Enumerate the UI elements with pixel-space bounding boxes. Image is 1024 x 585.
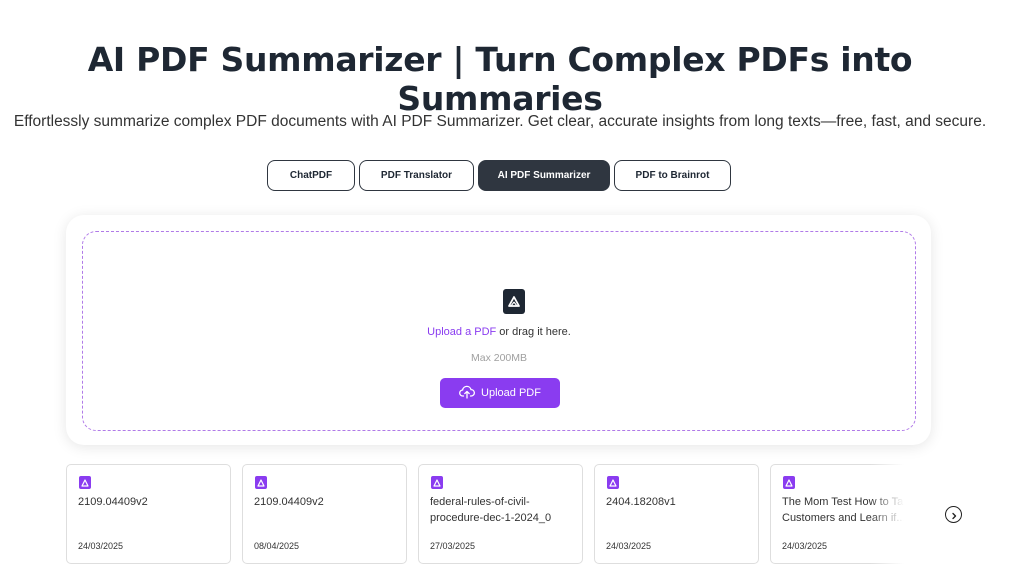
upload-pdf-link[interactable]: Upload a PDF bbox=[427, 326, 496, 338]
recent-file-date: 24/03/2025 bbox=[78, 541, 124, 551]
upload-card: Upload a PDF or drag it here. Max 200MB … bbox=[66, 215, 931, 445]
tab-pdf-translator[interactable]: PDF Translator bbox=[359, 160, 474, 191]
pdf-file-icon bbox=[79, 476, 91, 489]
max-size-note: Max 200MB bbox=[470, 352, 528, 364]
recent-file-name: federal-rules-of-civil-procedure-dec-1-2… bbox=[430, 496, 552, 524]
recent-files-list: 2109.04409v2 24/03/2025 2109.04409v2 08/… bbox=[66, 464, 906, 585]
recent-file-date: 24/03/2025 bbox=[606, 541, 652, 551]
pdf-file-icon bbox=[255, 476, 267, 489]
upload-instruction: Upload a PDF or drag it here. bbox=[83, 326, 915, 338]
recent-file-card[interactable]: 2404.18208v1 24/03/2025 bbox=[594, 464, 759, 564]
page-subtitle: Effortlessly summarize complex PDF docum… bbox=[13, 113, 987, 130]
recent-file-card[interactable]: federal-rules-of-civil-procedure-dec-1-2… bbox=[418, 464, 583, 564]
recent-file-name: 2109.04409v2 bbox=[78, 496, 148, 508]
drag-text: or drag it here. bbox=[496, 326, 571, 338]
recent-file-date: 27/03/2025 bbox=[430, 541, 476, 551]
tool-tabs: ChatPDF PDF Translator AI PDF Summarizer… bbox=[267, 160, 731, 191]
pdf-file-icon bbox=[503, 289, 525, 314]
pdf-file-icon bbox=[607, 476, 619, 489]
recent-file-card[interactable]: 2109.04409v2 24/03/2025 bbox=[66, 464, 231, 564]
recent-file-name: 2109.04409v2 bbox=[254, 496, 324, 508]
recent-file-date: 08/04/2025 bbox=[254, 541, 300, 551]
recent-file-date: 24/03/2025 bbox=[782, 541, 828, 551]
tab-ai-pdf-summarizer[interactable]: AI PDF Summarizer bbox=[478, 160, 610, 191]
scroll-fade-overlay bbox=[870, 464, 910, 564]
page-title: AI PDF Summarizer | Turn Complex PDFs in… bbox=[87, 40, 913, 118]
tab-chatpdf[interactable]: ChatPDF bbox=[267, 160, 355, 191]
pdf-file-icon bbox=[783, 476, 795, 489]
chevron-right-icon bbox=[950, 505, 958, 524]
scroll-next-button[interactable] bbox=[945, 506, 962, 523]
upload-pdf-button-label: Upload PDF bbox=[481, 387, 541, 399]
pdf-file-icon bbox=[431, 476, 443, 489]
recent-file-card[interactable]: 2109.04409v2 08/04/2025 bbox=[242, 464, 407, 564]
cloud-upload-icon bbox=[459, 385, 475, 402]
recent-file-name: 2404.18208v1 bbox=[606, 496, 676, 508]
pdf-dropzone[interactable]: Upload a PDF or drag it here. Max 200MB … bbox=[82, 231, 916, 431]
tab-pdf-to-brainrot[interactable]: PDF to Brainrot bbox=[614, 160, 731, 191]
upload-pdf-button[interactable]: Upload PDF bbox=[440, 378, 560, 408]
